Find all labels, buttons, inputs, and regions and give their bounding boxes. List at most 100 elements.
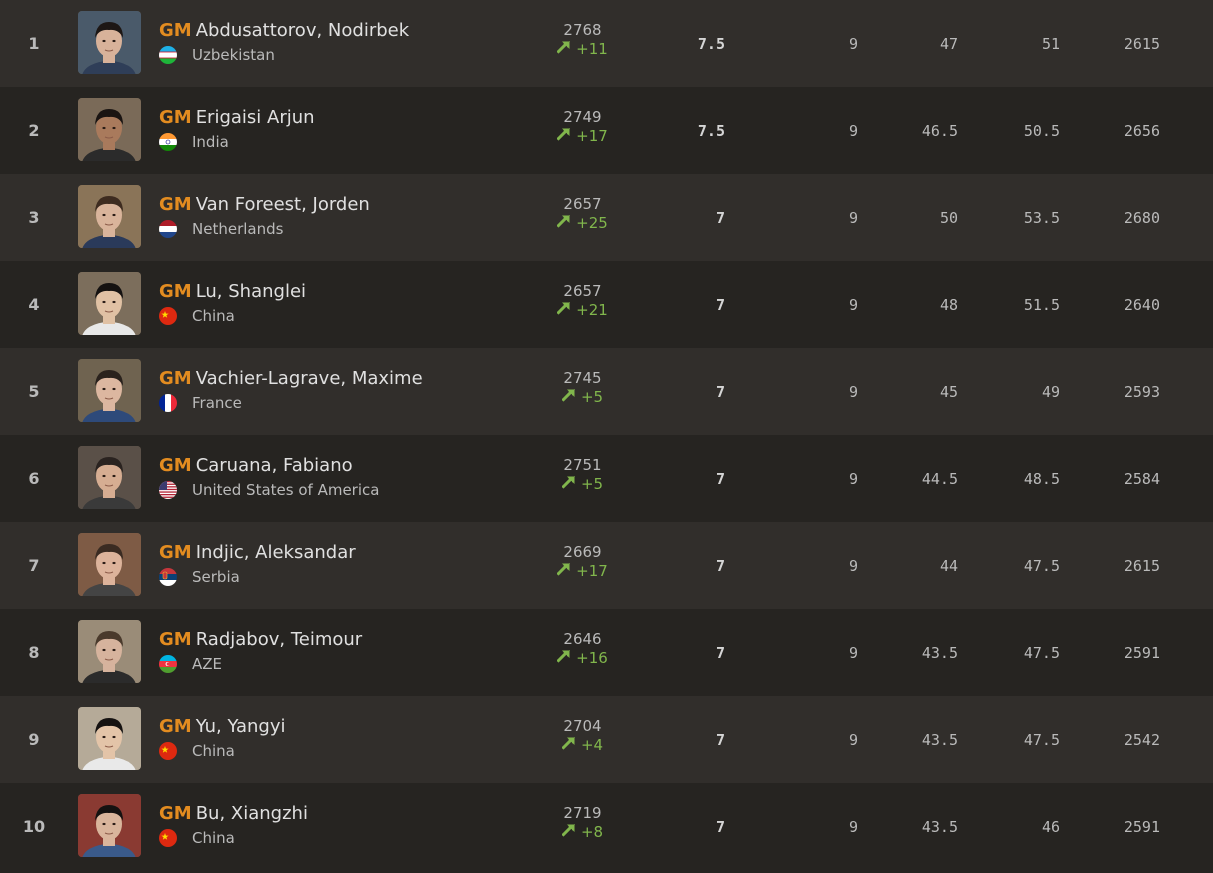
rating-change: +25 (545, 213, 620, 233)
country-line: India (159, 133, 315, 151)
standings-row[interactable]: 6 GM Caruana, Fabiano United States of Am… (0, 435, 1213, 522)
player-name[interactable]: Radjabov, Teimour (196, 629, 363, 650)
points: 7 (715, 556, 725, 575)
rating-block: 2657 +21 (545, 282, 620, 320)
player-avatar[interactable] (78, 11, 141, 74)
rating-change-value: +16 (576, 649, 608, 667)
player-name-line[interactable]: GM Erigaisi Arjun (159, 106, 315, 130)
title-badge: GM (159, 629, 192, 650)
player-name[interactable]: Abdusattorov, Nodirbek (196, 20, 409, 41)
player-name[interactable]: Bu, Xiangzhi (196, 803, 308, 824)
standings-row[interactable]: 8 GM Radjabov, Teimour AZE 2646 +16 7 9 4… (0, 609, 1213, 696)
trend-up-arrow-icon (561, 474, 577, 494)
player-info: GM Lu, Shanglei China (159, 280, 306, 325)
player-info: GM Radjabov, Teimour AZE (159, 628, 362, 673)
performance-rating: 2593 (1123, 382, 1160, 401)
tiebreak-2: 50.5 (1023, 121, 1060, 140)
country-name: France (192, 394, 242, 412)
player-info: GM Vachier-Lagrave, Maxime France (159, 367, 423, 412)
player-name[interactable]: Caruana, Fabiano (196, 455, 353, 476)
standings-row[interactable]: 4 GM Lu, Shanglei China 2657 +21 7 9 48 5… (0, 261, 1213, 348)
flag-fr-icon (159, 394, 177, 412)
rating-change-value: +11 (576, 40, 608, 58)
title-badge: GM (159, 281, 192, 302)
country-line: China (159, 307, 306, 325)
player-name-line[interactable]: GM Radjabov, Teimour (159, 628, 362, 652)
rating-change-value: +17 (576, 127, 608, 145)
rating-change-value: +5 (580, 388, 604, 406)
rank: 1 (28, 34, 40, 53)
standings-row[interactable]: 1 GM Abdusattorov, Nodirbek Uzbekistan 27… (0, 0, 1213, 87)
standings-row[interactable]: 9 GM Yu, Yangyi China 2704 +4 7 9 43.5 47… (0, 696, 1213, 783)
flag-us-icon (159, 481, 177, 499)
points: 7 (715, 817, 725, 836)
player-avatar[interactable] (78, 359, 141, 422)
player-avatar[interactable] (78, 707, 141, 770)
standings-row[interactable]: 10 GM Bu, Xiangzhi China 2719 +8 7 9 43.5… (0, 783, 1213, 870)
player-rating: 2719 (563, 804, 602, 822)
rating-change-value: +25 (576, 214, 608, 232)
trend-up-arrow-icon (556, 39, 572, 59)
country-line: China (159, 829, 308, 847)
rating-change: +17 (545, 561, 620, 581)
country-name: Netherlands (192, 220, 284, 238)
rating-block: 2745 +5 (545, 369, 620, 407)
player-avatar[interactable] (78, 272, 141, 335)
rating-change-value: +21 (576, 301, 608, 319)
player-name-line[interactable]: GM Bu, Xiangzhi (159, 802, 308, 826)
rating-change: +8 (545, 822, 620, 842)
tiebreak-1: 43.5 (921, 730, 958, 749)
standings-table: 1 GM Abdusattorov, Nodirbek Uzbekistan 27… (0, 0, 1213, 870)
trend-up-arrow-icon (561, 822, 577, 842)
player-name[interactable]: Indjic, Aleksandar (196, 542, 356, 563)
player-name-line[interactable]: GM Caruana, Fabiano (159, 454, 379, 478)
tiebreak-1: 44.5 (921, 469, 958, 488)
player-avatar[interactable] (78, 98, 141, 161)
performance-rating: 2615 (1123, 556, 1160, 575)
tiebreak-2: 51.5 (1023, 295, 1060, 314)
country-line: AZE (159, 655, 362, 673)
player-avatar[interactable] (78, 794, 141, 857)
rank: 2 (28, 121, 40, 140)
player-avatar[interactable] (78, 185, 141, 248)
title-badge: GM (159, 716, 192, 737)
country-name: Serbia (192, 568, 240, 586)
standings-row[interactable]: 2 GM Erigaisi Arjun India 2749 +17 7.5 9 … (0, 87, 1213, 174)
player-rating: 2704 (563, 717, 602, 735)
games-played: 9 (848, 208, 858, 227)
player-name[interactable]: Erigaisi Arjun (196, 107, 315, 128)
title-badge: GM (159, 107, 192, 128)
country-line: Netherlands (159, 220, 370, 238)
trend-up-arrow-icon (556, 213, 572, 233)
flag-cn-icon (159, 829, 177, 847)
player-avatar[interactable] (78, 446, 141, 509)
player-avatar[interactable] (78, 533, 141, 596)
player-name-line[interactable]: GM Abdusattorov, Nodirbek (159, 19, 409, 43)
player-name[interactable]: Van Foreest, Jorden (196, 194, 370, 215)
country-name: India (192, 133, 229, 151)
player-name[interactable]: Vachier-Lagrave, Maxime (196, 368, 423, 389)
player-name-line[interactable]: GM Vachier-Lagrave, Maxime (159, 367, 423, 391)
player-name-line[interactable]: GM Yu, Yangyi (159, 715, 286, 739)
player-name-line[interactable]: GM Van Foreest, Jorden (159, 193, 370, 217)
country-line: Serbia (159, 568, 356, 586)
player-name[interactable]: Lu, Shanglei (196, 281, 306, 302)
player-info: GM Bu, Xiangzhi China (159, 802, 308, 847)
standings-row[interactable]: 5 GM Vachier-Lagrave, Maxime France 2745 … (0, 348, 1213, 435)
rating-change: +17 (545, 126, 620, 146)
tiebreak-2: 49 (1041, 382, 1060, 401)
games-played: 9 (848, 730, 858, 749)
standings-row[interactable]: 7 GM Indjic, Aleksandar Serbia 2669 +17 7… (0, 522, 1213, 609)
performance-rating: 2584 (1123, 469, 1160, 488)
performance-rating: 2591 (1123, 643, 1160, 662)
player-rating: 2657 (563, 195, 602, 213)
tiebreak-1: 50 (939, 208, 958, 227)
rating-block: 2646 +16 (545, 630, 620, 668)
player-avatar[interactable] (78, 620, 141, 683)
player-name-line[interactable]: GM Lu, Shanglei (159, 280, 306, 304)
player-name-line[interactable]: GM Indjic, Aleksandar (159, 541, 356, 565)
performance-rating: 2615 (1123, 34, 1160, 53)
rating-change-value: +5 (580, 475, 604, 493)
standings-row[interactable]: 3 GM Van Foreest, Jorden Netherlands 2657… (0, 174, 1213, 261)
player-name[interactable]: Yu, Yangyi (196, 716, 286, 737)
